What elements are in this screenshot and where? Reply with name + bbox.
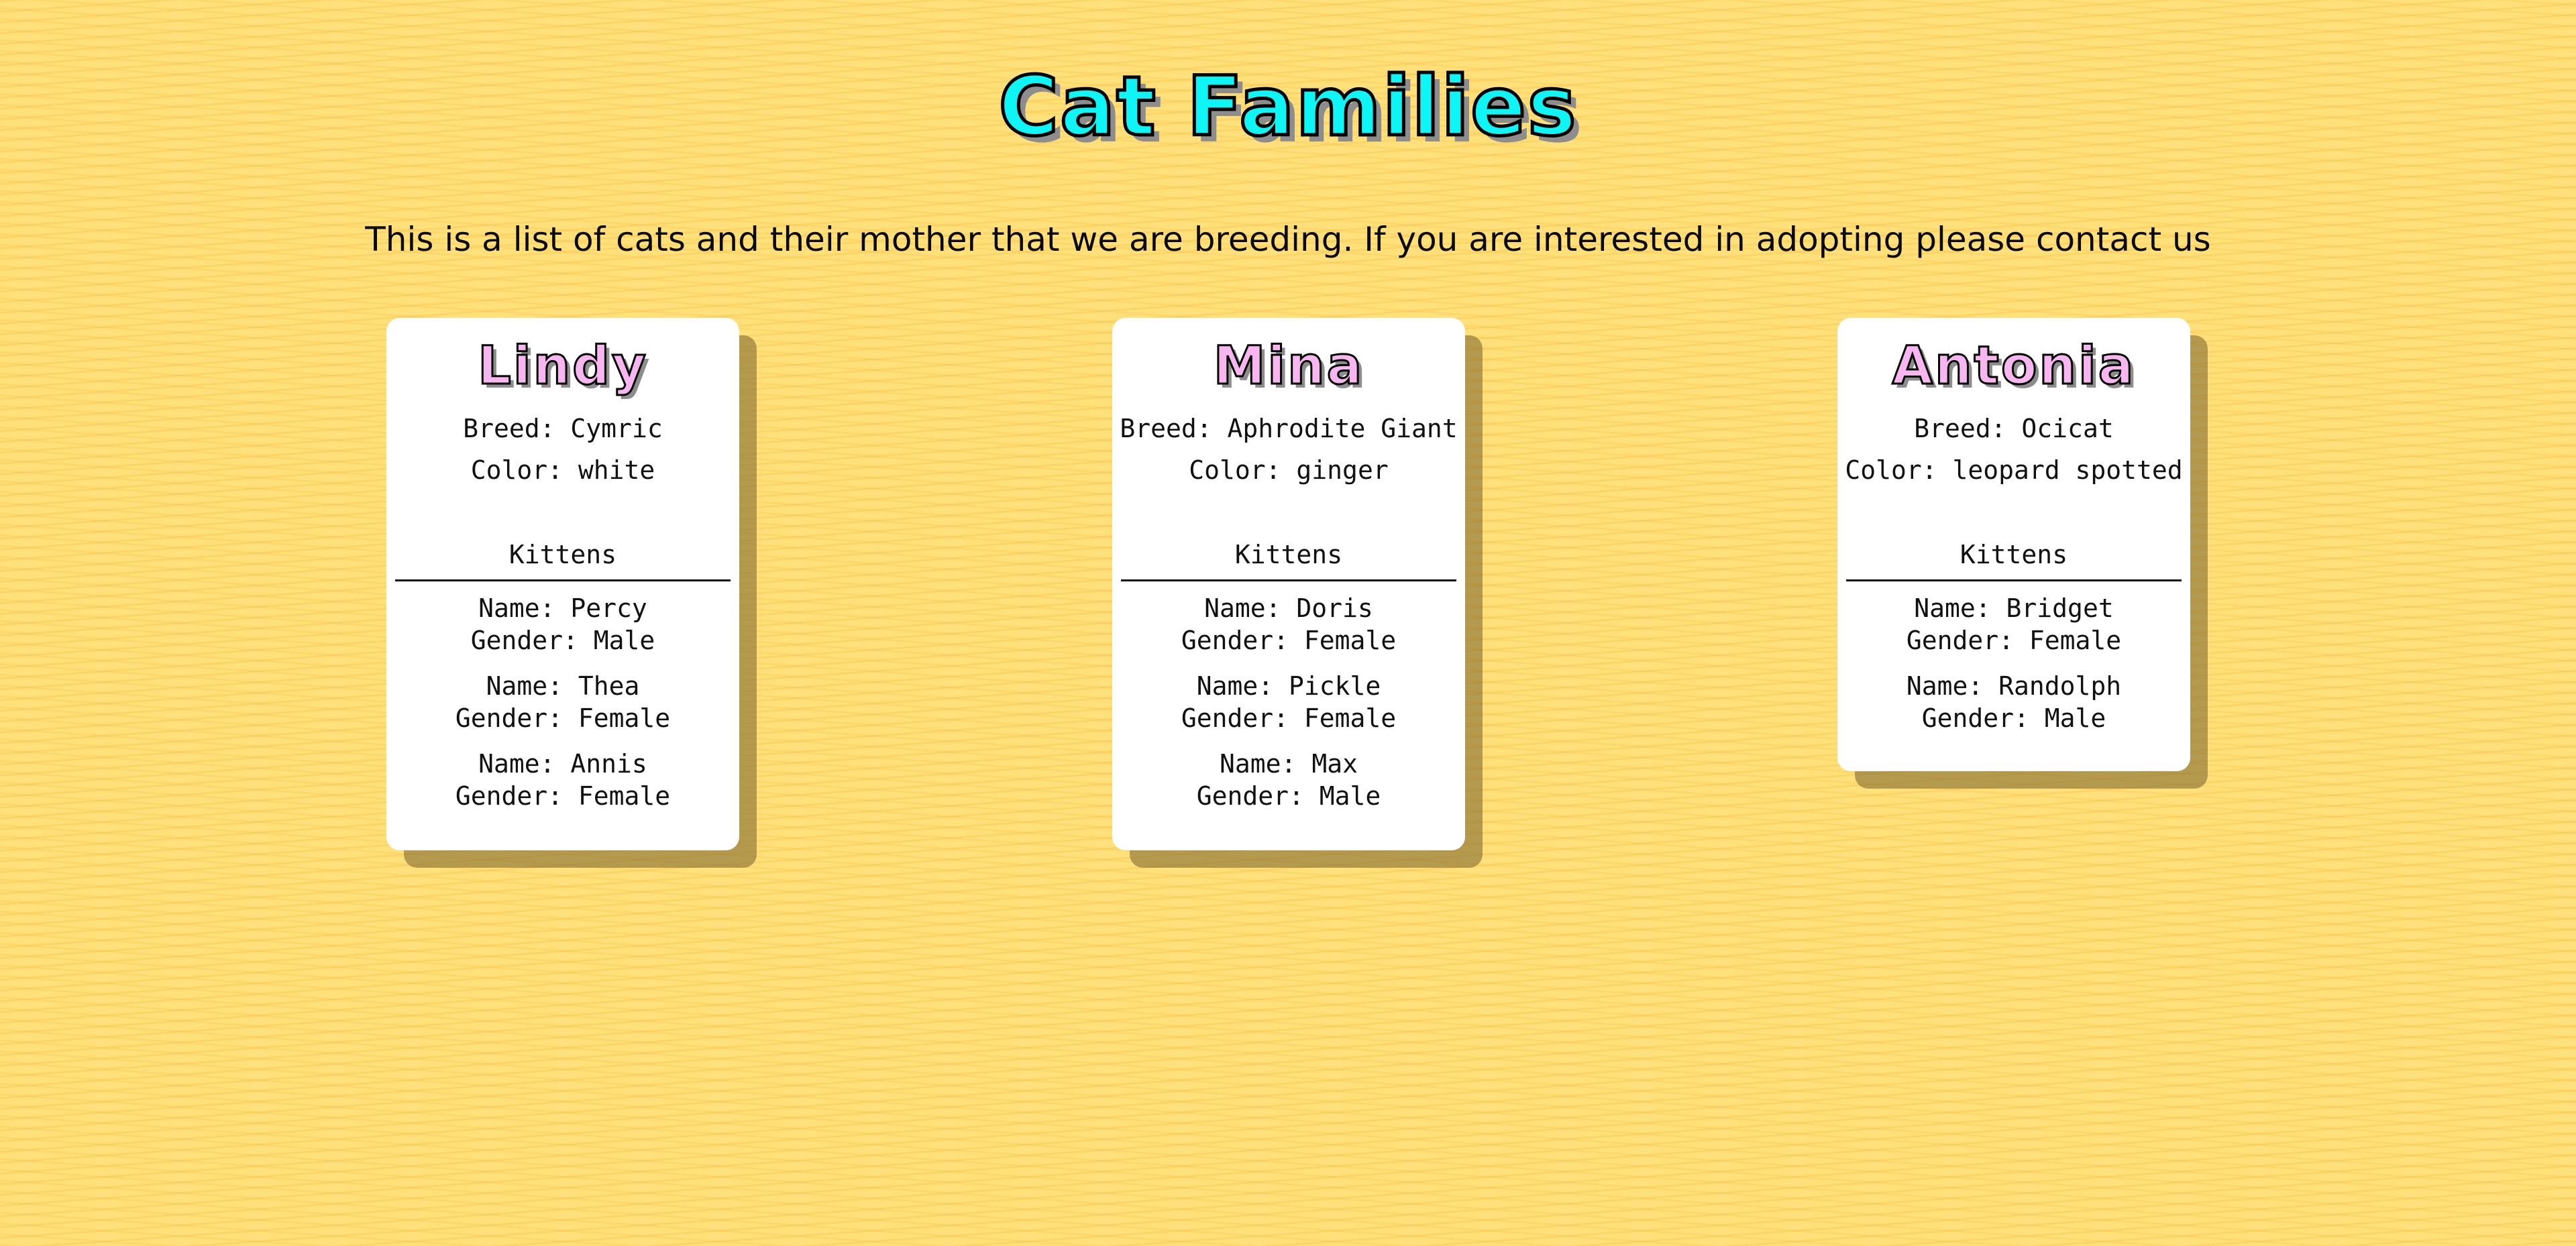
kittens-divider — [395, 579, 731, 581]
kittens-divider — [1121, 579, 1456, 581]
cat-card-lindy: Lindy Breed: Cymric Color: white Kittens… — [386, 318, 739, 850]
kitten-gender: Gender: Male — [1196, 781, 1381, 811]
kitten-item: Name: Bridget Gender: Female — [1837, 592, 2190, 657]
kitten-name: Name: Bridget — [1914, 593, 2114, 623]
kitten-name: Name: Doris — [1204, 593, 1373, 623]
kittens-divider — [1846, 579, 2182, 581]
cat-color: Color: ginger — [1189, 455, 1389, 485]
kitten-item: Name: Thea Gender: Female — [386, 670, 739, 734]
kitten-name: Name: Annis — [478, 749, 647, 779]
cat-breed: Breed: Aphrodite Giant — [1120, 414, 1458, 443]
kittens-heading: Kittens — [1234, 540, 1343, 569]
cat-name: Antonia — [1891, 335, 2136, 398]
kitten-gender: Gender: Female — [1906, 626, 2122, 655]
cat-color: Color: white — [470, 455, 655, 485]
cat-breed: Breed: Cymric — [463, 414, 663, 443]
kitten-name: Name: Max — [1220, 749, 1358, 779]
kitten-item: Name: Max Gender: Male — [1112, 748, 1465, 812]
kitten-name: Name: Thea — [486, 671, 640, 701]
kittens-heading: Kittens — [508, 540, 617, 569]
kitten-item: Name: Randolph Gender: Male — [1837, 670, 2190, 734]
kitten-item: Name: Pickle Gender: Female — [1112, 670, 1465, 734]
cat-card-mina: Mina Breed: Aphrodite Giant Color: ginge… — [1112, 318, 1465, 850]
cat-name: Mina — [1212, 335, 1364, 398]
kitten-gender: Gender: Female — [1181, 703, 1397, 733]
kitten-gender: Gender: Male — [1921, 703, 2106, 733]
kitten-gender: Gender: Female — [455, 781, 671, 811]
cat-breed: Breed: Ocicat — [1914, 414, 2114, 443]
kitten-item: Name: Doris Gender: Female — [1112, 592, 1465, 657]
cat-card-antonia: Antonia Breed: Ocicat Color: leopard spo… — [1837, 318, 2190, 771]
kitten-gender: Gender: Female — [455, 703, 671, 733]
kitten-item: Name: Annis Gender: Female — [386, 748, 739, 812]
kitten-name: Name: Percy — [478, 593, 647, 623]
kitten-gender: Gender: Male — [470, 626, 655, 655]
cat-name: Lindy — [477, 335, 648, 398]
kitten-item: Name: Percy Gender: Male — [386, 592, 739, 657]
cat-color: Color: leopard spotted — [1845, 455, 2183, 485]
kitten-gender: Gender: Female — [1181, 626, 1397, 655]
kitten-name: Name: Pickle — [1196, 671, 1381, 701]
intro-text: This is a list of cats and their mother … — [365, 220, 2211, 259]
page-title: Cat Families — [997, 58, 1578, 156]
kittens-heading: Kittens — [1960, 540, 2068, 569]
kitten-name: Name: Randolph — [1906, 671, 2122, 701]
